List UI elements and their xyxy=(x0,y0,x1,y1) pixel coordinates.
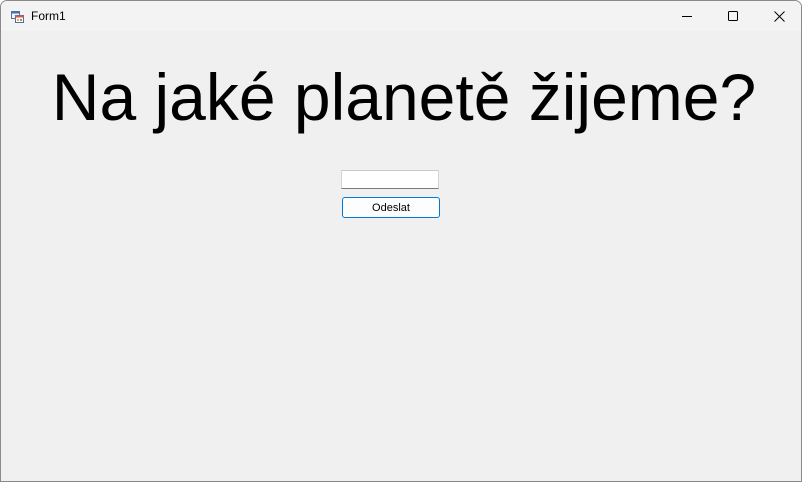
maximize-button[interactable] xyxy=(710,1,756,31)
close-icon xyxy=(773,10,785,22)
minimize-icon xyxy=(682,16,692,17)
answer-input[interactable] xyxy=(341,170,439,189)
winforms-app-icon[interactable] xyxy=(11,10,24,23)
submit-button[interactable]: Odeslat xyxy=(342,197,440,218)
minimize-button[interactable] xyxy=(664,1,710,31)
question-label: Na jaké planetě žijeme? xyxy=(51,60,757,134)
maximize-icon xyxy=(728,11,738,21)
title-bar[interactable]: Form1 xyxy=(1,1,801,31)
close-button[interactable] xyxy=(756,1,801,31)
app-window: Form1 Na jaké planetě žijeme? Odeslat xyxy=(0,0,802,482)
form-client-area: Na jaké planetě žijeme? Odeslat xyxy=(1,31,801,481)
window-title: Form1 xyxy=(31,9,66,23)
